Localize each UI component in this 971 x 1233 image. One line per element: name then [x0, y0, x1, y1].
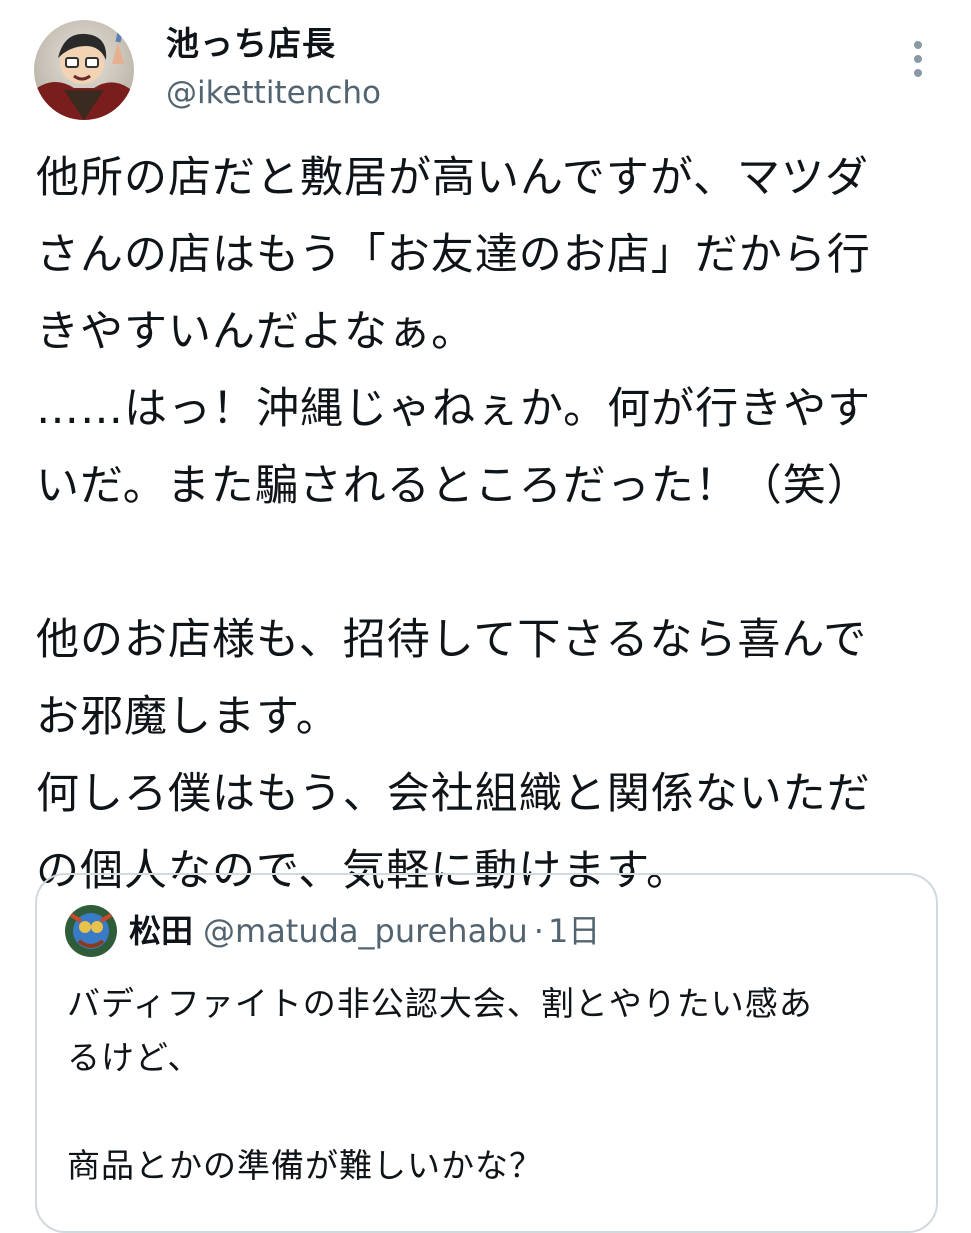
tweet-line: 何しろ僕はもう、会社組織と関係ないただ	[36, 769, 871, 819]
quoted-tweet-line-blank	[67, 1085, 917, 1139]
tweet-header: 池っち店長 @ikettitencho	[0, 0, 971, 130]
quoted-tweet-line: バディファイトの非公認大会、割とやりたい感あ	[67, 984, 813, 1023]
quoted-tweet-text: バディファイトの非公認大会、割とやりたい感あ るけど、 商品とかの準備が難しいか…	[67, 977, 917, 1193]
tweet-line: いだ。また騙されるところだった！（笑）	[36, 461, 871, 511]
quoted-author-name[interactable]: 松田	[129, 912, 193, 950]
author-name[interactable]: 池っち店長	[166, 22, 336, 66]
quoted-tweet-timestamp[interactable]: 1日	[548, 912, 600, 950]
tweet-text: 他所の店だと敷居が高いんですが、マツダ さんの店はもう「お友達のお店」だから行 …	[36, 140, 936, 910]
more-options-button[interactable]	[896, 34, 940, 84]
quoted-author-avatar[interactable]	[65, 905, 117, 957]
tweet-line: ……はっ！沖縄じゃねぇか。何が行きやす	[36, 384, 872, 434]
author-avatar[interactable]	[34, 20, 134, 120]
tweet-line: さんの店はもう「お友達のお店」だから行	[36, 230, 871, 280]
author-handle[interactable]: @ikettitencho	[166, 72, 381, 114]
quoted-tweet-card[interactable]: 松田 @matuda_purehabu · 1日 バディファイトの非公認大会、割とやり…	[35, 873, 938, 1233]
tweet-line: 他のお店様も、招待して下さるなら喜んで	[36, 615, 868, 665]
quoted-tweet-meta: 松田 @matuda_purehabu · 1日	[129, 905, 600, 957]
vertical-dots-icon	[914, 41, 922, 77]
quoted-tweet-line: 商品とかの準備が難しいかな？	[67, 1146, 543, 1185]
quoted-author-handle[interactable]: @matuda_purehabu	[203, 912, 528, 950]
tweet-line: お邪魔します。	[36, 692, 340, 742]
quoted-tweet-line: るけど、	[67, 1038, 202, 1077]
meta-separator: ·	[533, 912, 544, 950]
tweet-line: きやすいんだよなぁ。	[36, 307, 476, 357]
tweet-line: 他所の店だと敷居が高いんですが、マツダ	[36, 153, 869, 203]
